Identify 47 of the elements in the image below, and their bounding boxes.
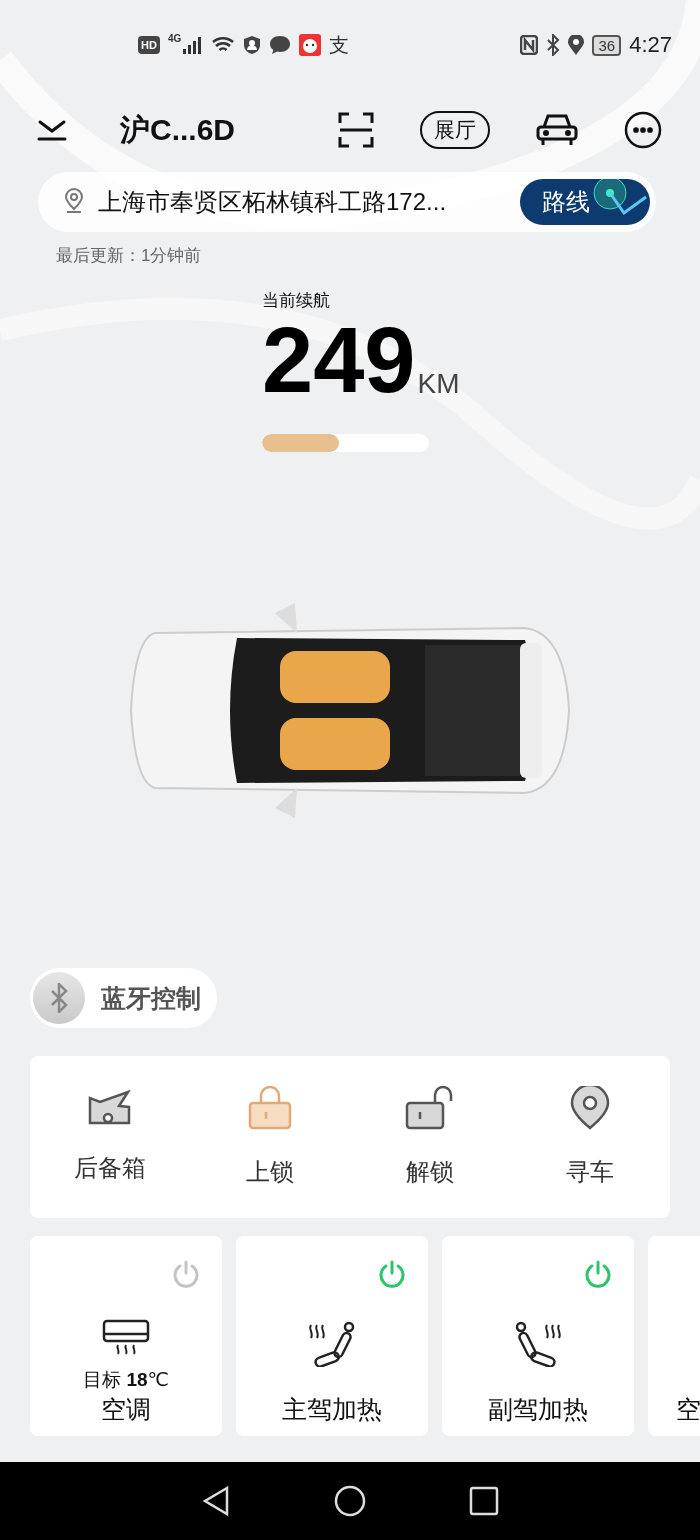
target-temperature: 目标 18℃ <box>83 1368 169 1392</box>
signal-icon <box>183 36 204 54</box>
range-label: 当前续航 <box>262 290 330 312</box>
nfc-icon <box>520 35 539 55</box>
collapse-button[interactable] <box>36 118 68 142</box>
quick-action-button[interactable]: 上锁 <box>190 1056 350 1218</box>
recents-button[interactable] <box>468 1486 499 1516</box>
network-type-label: 4G <box>167 33 182 44</box>
control-card[interactable]: 目标 18℃ 空调 <box>30 1236 222 1436</box>
car-button[interactable] <box>536 113 578 147</box>
wifi-icon <box>211 36 236 54</box>
bluetooth-control-label: 蓝牙控制 <box>101 982 201 1014</box>
control-card[interactable]: 主驾加热 <box>236 1236 428 1436</box>
range-unit: KM <box>417 368 460 400</box>
air-conditioner-icon <box>102 1319 150 1357</box>
range-value: 249 <box>262 312 416 408</box>
route-button[interactable]: 路线 <box>520 179 650 225</box>
control-card[interactable]: 副驾加热 <box>442 1236 634 1436</box>
clock-time: 4:27 <box>629 32 672 58</box>
bluetooth-icon <box>33 972 85 1024</box>
control-card[interactable]: 空 <box>648 1236 700 1436</box>
bluetooth-icon <box>546 34 561 56</box>
home-button[interactable] <box>334 1485 366 1517</box>
bluetooth-control-toggle[interactable]: 蓝牙控制 <box>30 968 217 1028</box>
heated-seat-icon <box>513 1321 563 1367</box>
location-icon <box>568 35 585 55</box>
hd-badge: HD <box>138 36 160 54</box>
scan-button[interactable] <box>338 112 374 148</box>
quick-action-button[interactable]: 后备箱 <box>30 1056 190 1218</box>
chat-bubble-icon <box>269 35 292 55</box>
heated-seat-icon <box>307 1321 357 1367</box>
battery-level: 36 <box>592 34 622 56</box>
showroom-button[interactable]: 展厅 <box>420 111 490 149</box>
last-update-text: 最后更新：1分钟前 <box>56 245 202 267</box>
control-label: 空调 <box>101 1394 151 1425</box>
control-label: 空 <box>676 1394 700 1425</box>
payment-app-glyph: 支 <box>329 32 350 58</box>
quick-action-button[interactable]: 解锁 <box>350 1056 510 1218</box>
quick-action-button[interactable]: 寻车 <box>510 1056 670 1218</box>
plate-title: 沪C...6D <box>120 111 237 148</box>
control-label: 副驾加热 <box>488 1394 588 1425</box>
shield-user-icon <box>243 35 262 55</box>
location-pin-icon <box>62 188 86 216</box>
app-mascot-icon <box>299 34 322 56</box>
more-button[interactable] <box>624 111 662 149</box>
control-label: 主驾加热 <box>282 1394 382 1425</box>
address-text: 上海市奉贤区柘林镇科工路172... <box>98 187 448 217</box>
